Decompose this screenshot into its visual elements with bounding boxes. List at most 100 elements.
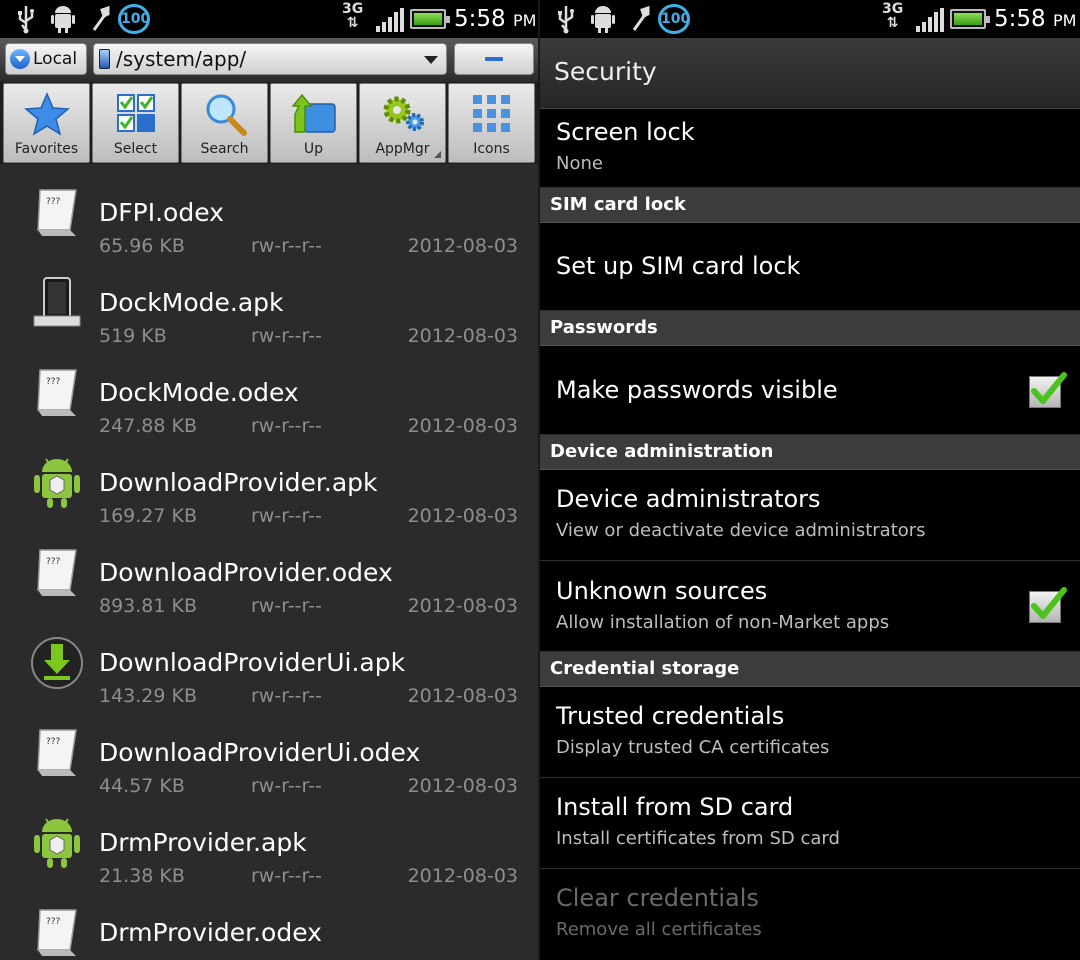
dock-phone-icon bbox=[33, 277, 81, 327]
file-row[interactable]: ??? DockMode.odex 247.88 KB rw-r--r-- 20… bbox=[0, 344, 538, 437]
network-type-indicator: 3G ⇅ bbox=[342, 1, 364, 31]
item-summary: Display trusted CA certificates bbox=[556, 737, 830, 758]
section-header-credential-storage: Credential storage bbox=[540, 652, 1080, 687]
odex-file-icon: ??? bbox=[37, 549, 77, 596]
clock: 5:58 PM bbox=[994, 6, 1077, 32]
notification-badge: 100 bbox=[118, 4, 150, 34]
debug-android-icon bbox=[51, 6, 75, 33]
file-name: DownloadProvider.apk bbox=[99, 468, 378, 497]
trusted-credentials-item[interactable]: Trusted credentials Display trusted CA c… bbox=[540, 687, 1080, 778]
notification-badge: 100 bbox=[658, 4, 690, 34]
page-title: Security bbox=[554, 57, 657, 86]
signal-strength-icon bbox=[376, 8, 404, 32]
collapse-button[interactable] bbox=[454, 43, 534, 75]
file-row[interactable]: ??? DFPI.odex 65.96 KB rw-r--r-- 2012-08… bbox=[0, 164, 538, 257]
android-apk-icon bbox=[34, 818, 80, 868]
section-header-label: SIM card lock bbox=[550, 194, 686, 215]
security-settings-pane: 100 3G ⇅ 5:58 PM Security Screen lock Non… bbox=[540, 0, 1080, 960]
item-summary: Install certificates from SD card bbox=[556, 828, 840, 849]
unknown-sources-item[interactable]: Unknown sources Allow installation of no… bbox=[540, 561, 1080, 652]
search-label: Search bbox=[200, 141, 249, 157]
make-passwords-visible-item[interactable]: Make passwords visible bbox=[540, 346, 1080, 435]
icons-label: Icons bbox=[473, 141, 510, 157]
download-arrow-icon bbox=[31, 637, 83, 689]
install-from-sd-item[interactable]: Install from SD card Install certificate… bbox=[540, 778, 1080, 869]
select-label: Select bbox=[113, 141, 158, 157]
passwords-visible-checkbox[interactable] bbox=[1029, 372, 1067, 408]
appmgr-label: AppMgr bbox=[375, 141, 430, 157]
item-title: Make passwords visible bbox=[556, 376, 838, 404]
svg-text:???: ??? bbox=[46, 557, 61, 567]
path-dropdown[interactable]: /system/app/ bbox=[93, 43, 447, 75]
section-header-label: Device administration bbox=[550, 441, 774, 462]
icons-view-button[interactable]: Icons bbox=[448, 83, 535, 163]
checkmark-icon bbox=[1031, 587, 1067, 619]
settings-list: Screen lock None SIM card lock Set up SI… bbox=[540, 109, 1080, 960]
file-row[interactable]: DownloadProviderUi.apk 143.29 KB rw-r--r… bbox=[0, 614, 538, 707]
device-administrators-item[interactable]: Device administrators View or deactivate… bbox=[540, 470, 1080, 561]
item-title: Screen lock bbox=[556, 118, 695, 146]
status-bar: 100 3G ⇅ 5:58 PM bbox=[0, 0, 538, 38]
dropdown-arrow-icon bbox=[10, 49, 30, 69]
item-title: Trusted credentials bbox=[556, 702, 785, 730]
section-header-passwords: Passwords bbox=[540, 311, 1080, 346]
file-name: DFPI.odex bbox=[99, 198, 224, 227]
android-apk-icon bbox=[34, 458, 80, 508]
odex-file-icon: ??? bbox=[37, 909, 77, 956]
folder-up-icon bbox=[290, 93, 336, 133]
signal-strength-icon bbox=[916, 8, 944, 32]
select-grid-icon bbox=[116, 94, 155, 132]
odex-file-icon: ??? bbox=[37, 729, 77, 776]
file-row[interactable]: DownloadProvider.apk 169.27 KB rw-r--r--… bbox=[0, 434, 538, 527]
file-row[interactable]: DrmProvider.apk 21.38 KB rw-r--r-- 2012-… bbox=[0, 794, 538, 887]
select-button[interactable]: Select bbox=[92, 83, 179, 163]
section-header-device-admin: Device administration bbox=[540, 435, 1080, 470]
magnifier-icon bbox=[206, 94, 247, 136]
clear-credentials-item: Clear credentials Remove all certificate… bbox=[540, 869, 1080, 960]
odex-file-icon: ??? bbox=[37, 369, 77, 416]
file-manager-pane: 100 3G ⇅ 5:58 PM Local /system/app/ Favor… bbox=[0, 0, 538, 960]
chevron-down-icon bbox=[424, 56, 438, 64]
usb-icon bbox=[558, 6, 574, 34]
file-name: DownloadProviderUi.apk bbox=[99, 648, 406, 677]
up-label: Up bbox=[303, 141, 324, 157]
file-name: DownloadProvider.odex bbox=[99, 558, 393, 587]
section-header-sim: SIM card lock bbox=[540, 188, 1080, 223]
usb-icon bbox=[18, 6, 34, 34]
title-bar: Security bbox=[540, 38, 1080, 109]
local-location-button[interactable]: Local bbox=[5, 43, 87, 75]
file-name: DockMode.apk bbox=[99, 288, 284, 317]
icon-grid-icon bbox=[472, 95, 510, 132]
gears-icon bbox=[383, 96, 424, 131]
file-name: DockMode.odex bbox=[99, 378, 299, 407]
svg-text:???: ??? bbox=[46, 737, 61, 747]
appmgr-button[interactable]: AppMgr bbox=[359, 83, 446, 163]
item-title: Unknown sources bbox=[556, 577, 768, 605]
svg-text:???: ??? bbox=[46, 917, 61, 927]
item-title: Clear credentials bbox=[556, 884, 759, 912]
favorites-button[interactable]: Favorites bbox=[3, 83, 90, 163]
path-bar: Local /system/app/ bbox=[0, 38, 538, 82]
search-button[interactable]: Search bbox=[181, 83, 268, 163]
more-options-indicator bbox=[434, 151, 441, 158]
file-row[interactable]: ??? DownloadProviderUi.odex 44.57 KB rw-… bbox=[0, 704, 538, 797]
item-title: Set up SIM card lock bbox=[556, 252, 801, 280]
status-bar: 100 3G ⇅ 5:58 PM bbox=[540, 0, 1080, 38]
battery-icon bbox=[410, 9, 450, 29]
up-button[interactable]: Up bbox=[270, 83, 357, 163]
item-summary: None bbox=[556, 153, 603, 174]
item-summary: Allow installation of non-Market apps bbox=[556, 612, 890, 633]
file-row[interactable]: ??? DrmProvider.odex bbox=[0, 884, 538, 960]
clock: 5:58 PM bbox=[454, 6, 537, 32]
toolbar: Favorites Select Search Up AppMgr Icons bbox=[0, 82, 538, 164]
item-title: Device administrators bbox=[556, 485, 821, 513]
screen-lock-item[interactable]: Screen lock None bbox=[540, 109, 1080, 188]
section-header-label: Credential storage bbox=[550, 658, 740, 679]
sim-lock-item[interactable]: Set up SIM card lock bbox=[540, 223, 1080, 311]
checkmark-icon bbox=[1031, 372, 1067, 404]
file-row[interactable]: DockMode.apk 519 KB rw-r--r-- 2012-08-03 bbox=[0, 254, 538, 347]
tools-icon bbox=[632, 5, 650, 31]
unknown-sources-checkbox[interactable] bbox=[1029, 587, 1067, 623]
file-row[interactable]: ??? DownloadProvider.odex 893.81 KB rw-r… bbox=[0, 524, 538, 617]
network-type-indicator: 3G ⇅ bbox=[882, 1, 904, 31]
